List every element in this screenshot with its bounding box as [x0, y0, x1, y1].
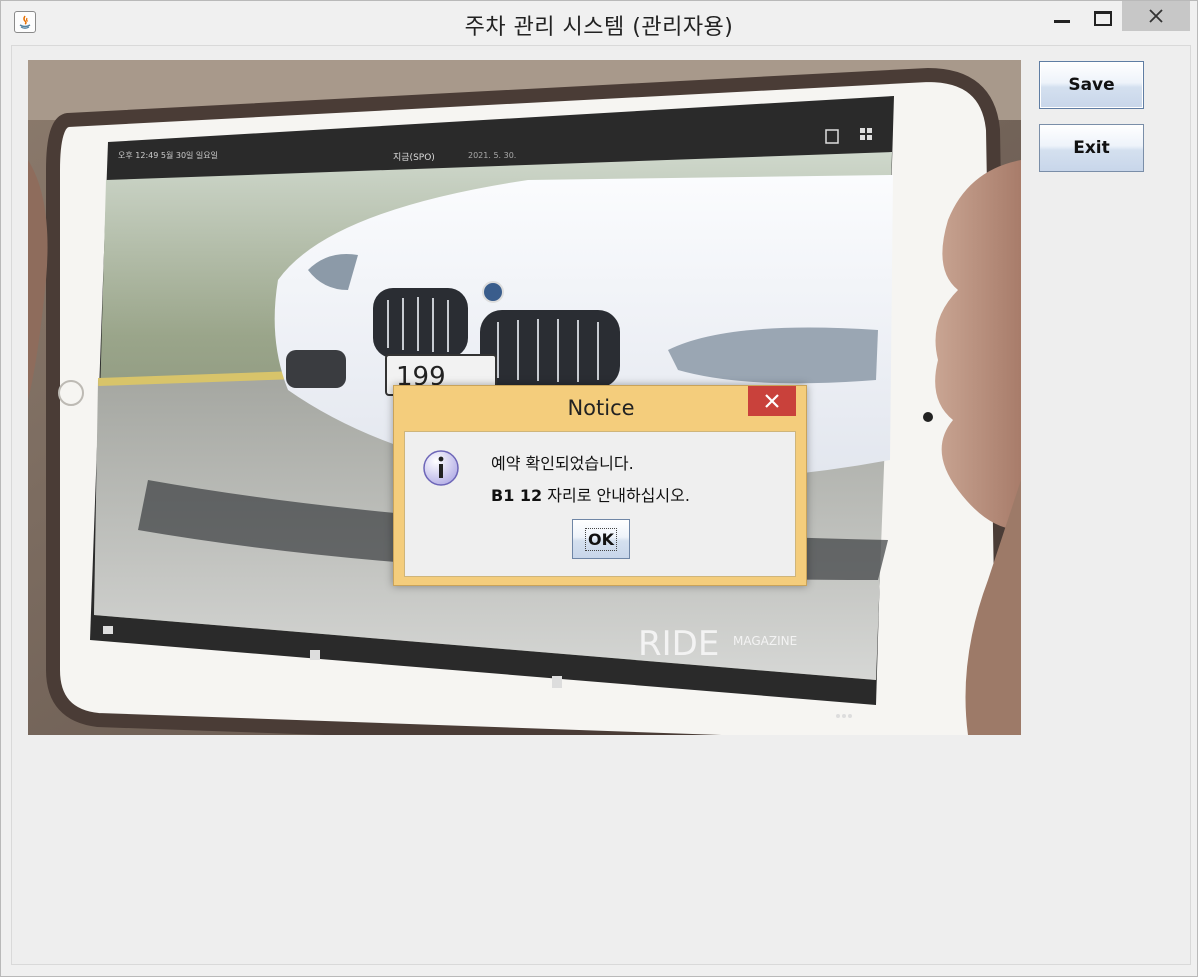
ok-button-label: OK	[585, 527, 617, 551]
info-icon	[423, 450, 459, 486]
close-icon[interactable]	[1122, 1, 1190, 31]
watermark-main: RIDE	[638, 624, 719, 664]
window-title: 주차 관리 시스템 (관리자용)	[464, 15, 734, 40]
save-button[interactable]: Save	[1039, 61, 1144, 109]
tablet-label: 지금(SPO)	[393, 152, 435, 163]
notice-dialog: Notice 예약 확인되었습니다. B1 12 자리로 안내하십시오. OK	[393, 385, 807, 586]
dialog-message-line1: 예약 확인되었습니다.	[491, 454, 634, 473]
dialog-title: Notice	[567, 396, 635, 420]
exit-button[interactable]: Exit	[1039, 124, 1144, 172]
dialog-close-icon[interactable]	[748, 386, 796, 416]
maximize-icon[interactable]	[1083, 1, 1121, 31]
title-bar: 주차 관리 시스템 (관리자용)	[1, 1, 1197, 45]
tablet-date: 2021. 5. 30.	[468, 151, 516, 160]
dialog-message-line2: B1 12 자리로 안내하십시오.	[491, 482, 690, 506]
svg-text:오후 12:49 5월 30일 일요일: 오후 12:49 5월 30일 일요일	[118, 150, 218, 160]
parking-spot: B1 12	[491, 486, 543, 505]
dialog-body: 예약 확인되었습니다. B1 12 자리로 안내하십시오. OK	[404, 431, 796, 577]
minimize-icon[interactable]	[1043, 1, 1083, 31]
watermark-sub: MAGAZINE	[733, 634, 797, 648]
dialog-message-line2-text: 자리로 안내하십시오.	[542, 486, 690, 505]
ok-button[interactable]: OK	[572, 519, 630, 559]
